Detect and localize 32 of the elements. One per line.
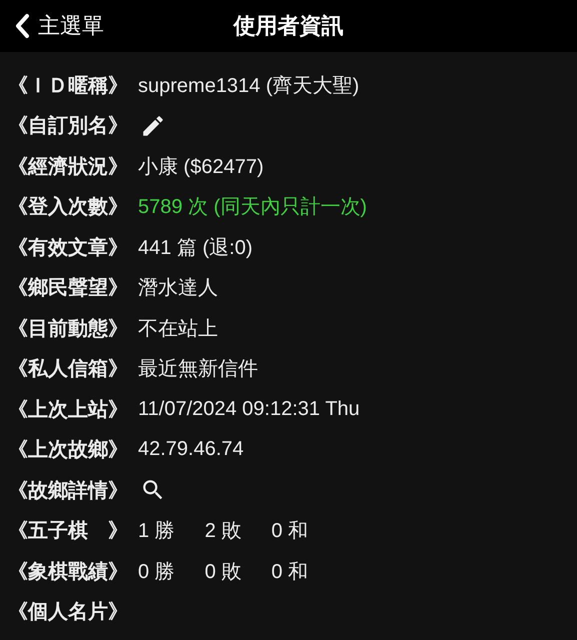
info-value: 最近無新信件 [138,357,258,382]
info-label: 《登入次數》 [7,195,129,220]
chevron-icon [14,13,30,39]
record-value: 0 勝 [138,560,175,585]
record-value: 0 和 [271,519,308,544]
info-label: 《五子棋 》 [7,519,129,544]
info-label: 《經濟狀況》 [7,154,129,180]
info-label: 《目前動態》 [7,316,129,342]
record-value: 0 敗 [204,560,242,585]
info-label: 《自訂別名》 [7,114,129,140]
record-value: 2 敗 [204,519,242,544]
info-value: supreme1314 (齊天大聖) [138,74,360,99]
back-button[interactable]: 主選單 [0,6,104,46]
info-label: 《故鄉詳情》 [7,478,129,504]
info-label: 《象棋戰績》 [7,560,129,585]
info-label: 《上次上站》 [7,398,129,423]
info-value: 小康 ($62477) [138,154,264,180]
info-value: 42.79.46.74 [138,438,244,462]
record-value: 1 勝 [138,519,175,544]
record-value: 0 和 [271,560,308,585]
info-value: 441 篇 (退:0) [138,236,252,261]
info-label: 《鄉民聲望》 [7,276,129,302]
screen-title: 使用者資訊 [234,12,344,40]
info-label: 《個人名片》 [7,600,129,626]
info-label: 《上次故鄉》 [7,438,129,464]
info-label: 《有效文章》 [7,236,129,261]
info-label: 《ＩＤ暱稱》 [7,74,129,99]
info-label: 《私人信箱》 [7,357,129,382]
info-value: 11/07/2024 09:12:31 Thu [138,398,360,421]
info-value: 5789 次 (同天內只計一次) [138,195,367,220]
info-value: 潛水達人 [138,276,218,302]
info-value: 不在站上 [138,316,218,342]
